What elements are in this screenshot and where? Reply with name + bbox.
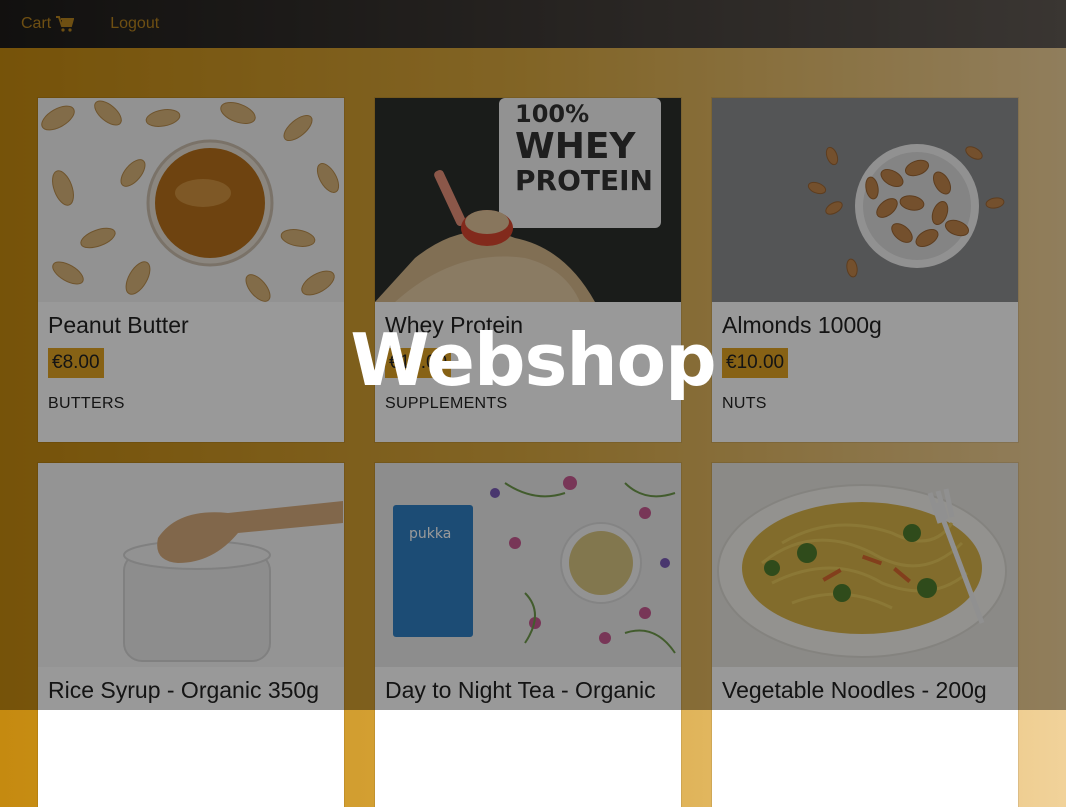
hero-title: Webshop	[350, 318, 716, 402]
